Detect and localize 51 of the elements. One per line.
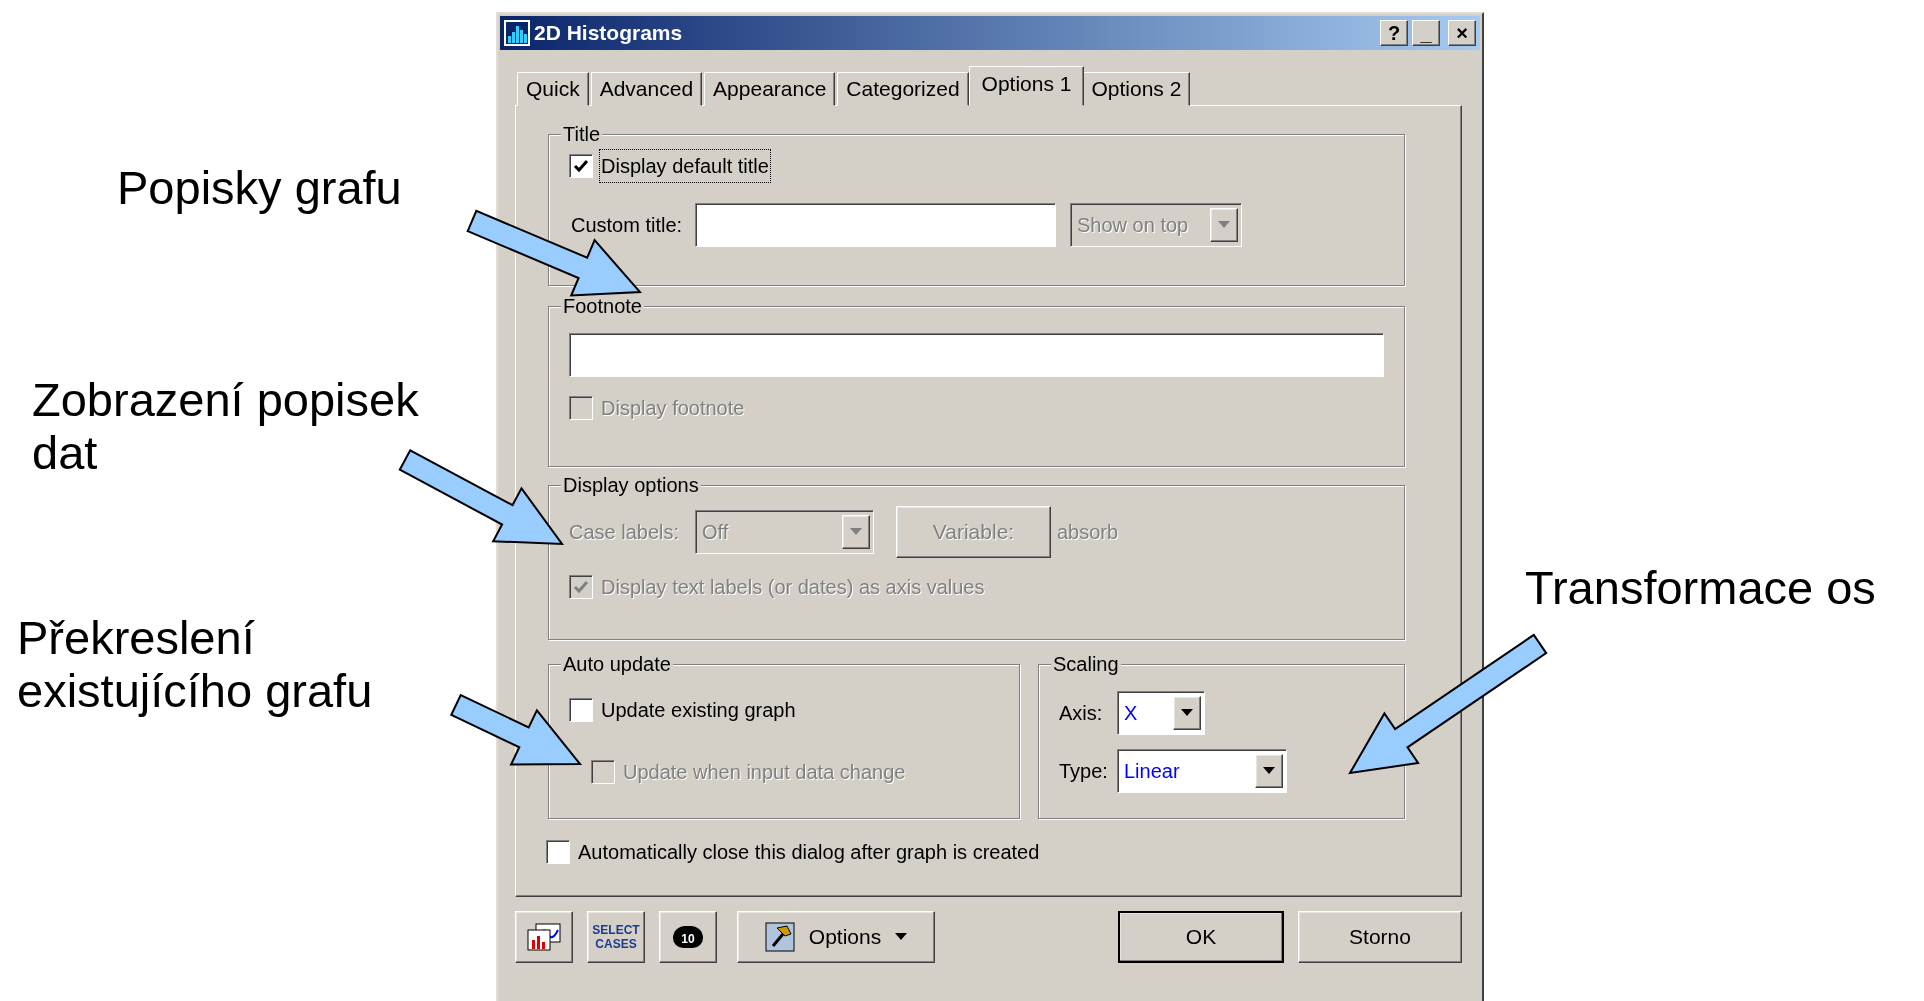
annotation-text: Zobrazení popisek dat	[32, 374, 420, 480]
checkbox-label: Display default title	[601, 151, 769, 181]
checkbox-label: Automatically close this dialog after graph is created	[578, 840, 1040, 865]
select-cases-button[interactable]: SELECT CASES	[587, 911, 645, 963]
options-button[interactable]: Options	[737, 911, 935, 963]
caret-icon	[1263, 767, 1275, 775]
field-label: Case labels:	[569, 520, 681, 545]
graph-button[interactable]	[515, 911, 573, 963]
check-icon	[573, 580, 589, 594]
input-field[interactable]	[695, 203, 1056, 247]
checkbox-label: Display footnote	[601, 396, 745, 421]
tab[interactable]: Categorized	[837, 72, 969, 106]
annotation-text: Překreslení existujícího grafu	[17, 612, 374, 718]
input-field[interactable]	[569, 333, 1384, 377]
caret-icon	[895, 933, 908, 941]
dropdown[interactable]: X	[1117, 691, 1205, 735]
bar-chart-icon	[504, 20, 530, 46]
checkbox[interactable]	[546, 840, 570, 864]
dropdown-button[interactable]	[842, 515, 870, 549]
tab[interactable]: Options 2	[1082, 72, 1191, 106]
checkbox-label: Display text labels (or dates) as axis values	[601, 575, 985, 600]
annotation-text: Popisky grafu	[117, 162, 402, 215]
tab[interactable]: Appearance	[704, 72, 836, 106]
caret-icon	[850, 528, 862, 536]
tab[interactable]: Options 1	[968, 66, 1085, 106]
tab[interactable]: Advanced	[590, 72, 703, 106]
caret-icon	[1218, 221, 1230, 229]
minimize-button[interactable]: _	[1412, 20, 1440, 46]
hammer-icon	[764, 922, 795, 952]
check-icon	[573, 159, 589, 173]
field-label: Axis:	[1059, 701, 1104, 726]
variable-name: absorb	[1057, 520, 1119, 545]
checkbox-label: Update existing graph	[601, 698, 796, 723]
cancel-button[interactable]: Storno	[1298, 911, 1462, 963]
caret-icon	[1181, 709, 1193, 717]
ok-button[interactable]: OK	[1118, 911, 1284, 963]
field-label: Custom title:	[571, 213, 684, 238]
tab[interactable]: Quick	[517, 72, 589, 106]
checkbox-label: Update when input data change	[623, 760, 906, 785]
chart-icon	[526, 922, 562, 952]
close-button[interactable]: ×	[1448, 20, 1476, 46]
checkbox[interactable]	[569, 698, 593, 722]
field-label: Type:	[1059, 759, 1109, 784]
dropdown-button[interactable]	[1255, 754, 1283, 788]
by-group-button[interactable]: 10	[659, 911, 717, 963]
dropdown[interactable]: Linear	[1117, 749, 1287, 793]
dropdown-button[interactable]	[1173, 696, 1201, 730]
annotation-text: Transformace os	[1525, 562, 1876, 615]
help-button[interactable]: ?	[1380, 20, 1408, 46]
checkbox[interactable]	[569, 154, 593, 178]
window-title: 2D Histograms	[534, 20, 683, 47]
